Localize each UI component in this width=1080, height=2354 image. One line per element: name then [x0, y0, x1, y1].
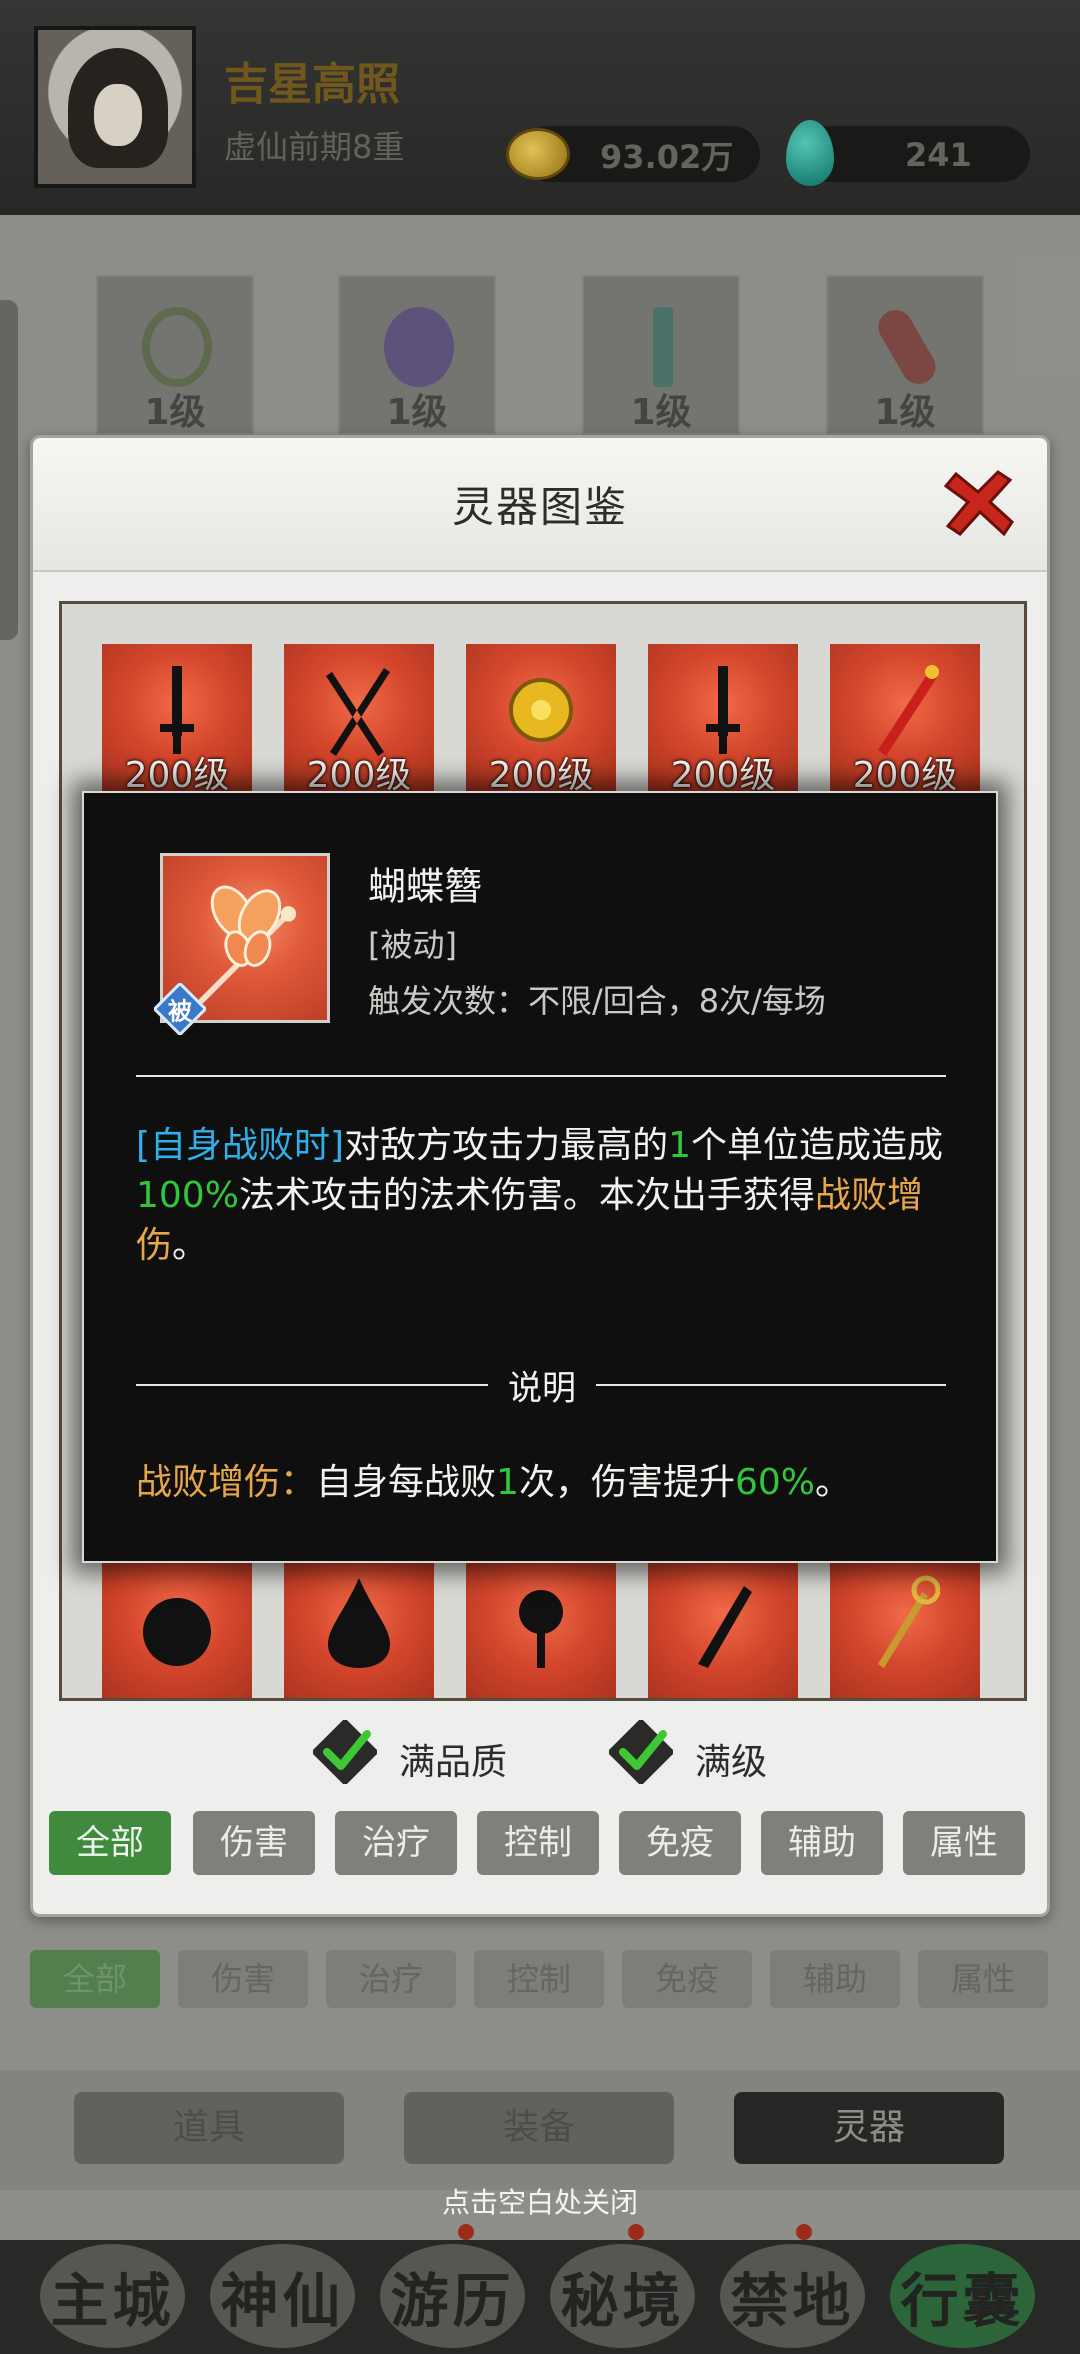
note-text: 战败增伤：自身每战败1次，伤害提升60%。	[136, 1462, 851, 1503]
filter-attribute[interactable]: 属性	[903, 1811, 1025, 1875]
item-name: 蝴蝶簪	[368, 864, 483, 909]
close-hint[interactable]: 点击空白处关闭	[0, 2181, 1080, 2221]
item-type: [被动]	[368, 926, 457, 964]
spirit-cell[interactable]	[466, 1554, 616, 1698]
full-level-label: 满级	[695, 1742, 768, 1783]
spirit-cell[interactable]	[102, 1554, 252, 1698]
effect-condition: [自身战败时]	[136, 1125, 345, 1166]
spirit-cell[interactable]: 200级	[284, 644, 434, 796]
droplet-icon	[328, 1578, 390, 1668]
item-detail-popup: 被 蝴蝶簪 [被动] 触发次数：不限/回合，8次/每场 [自身战败时]对敌方攻击…	[82, 791, 998, 1563]
spirit-cell[interactable]: 200级	[830, 644, 980, 796]
close-icon[interactable]	[938, 468, 1018, 542]
sword-icon	[160, 666, 194, 754]
filter-all[interactable]: 全部	[49, 1811, 171, 1875]
dark-orb-icon	[143, 1598, 211, 1666]
full-level-checkbox[interactable]	[609, 1720, 673, 1784]
full-quality-label: 满品质	[399, 1742, 508, 1783]
golden-orb-icon	[509, 678, 573, 742]
filter-control[interactable]: 控制	[477, 1811, 599, 1875]
dialog-header: 灵器图鉴	[33, 438, 1047, 572]
dialog-title: 灵器图鉴	[451, 482, 628, 532]
golden-scepter-icon	[878, 1575, 940, 1668]
item-effect-text: [自身战败时]对敌方攻击力最高的1个单位造成造成100%法术攻击的法术伤害。本次…	[136, 1125, 944, 1266]
blade-icon	[698, 1586, 752, 1668]
divider	[136, 1075, 946, 1077]
divider	[136, 1384, 488, 1386]
spirit-cell[interactable]: 200级	[466, 644, 616, 796]
item-trigger-count: 触发次数：不限/回合，8次/每场	[368, 982, 826, 1020]
full-quality-checkbox[interactable]	[313, 1720, 377, 1784]
spirit-cell[interactable]	[830, 1554, 980, 1698]
filter-immune[interactable]: 免疫	[619, 1811, 741, 1875]
sword-icon	[706, 666, 740, 754]
filter-damage[interactable]: 伤害	[193, 1811, 315, 1875]
crossed-swords-icon	[326, 668, 390, 756]
spirit-cell[interactable]	[648, 1554, 798, 1698]
filter-heal[interactable]: 治疗	[335, 1811, 457, 1875]
spirit-cell[interactable]: 200级	[648, 644, 798, 796]
passive-badge-label: 被	[168, 997, 192, 1026]
mace-icon	[519, 1590, 563, 1668]
spirit-cell[interactable]: 200级	[102, 644, 252, 796]
divider	[596, 1384, 946, 1386]
note-title: 说明	[508, 1368, 576, 1409]
filter-support[interactable]: 辅助	[761, 1811, 883, 1875]
red-staff-icon	[878, 665, 939, 756]
spirit-cell[interactable]	[284, 1554, 434, 1698]
